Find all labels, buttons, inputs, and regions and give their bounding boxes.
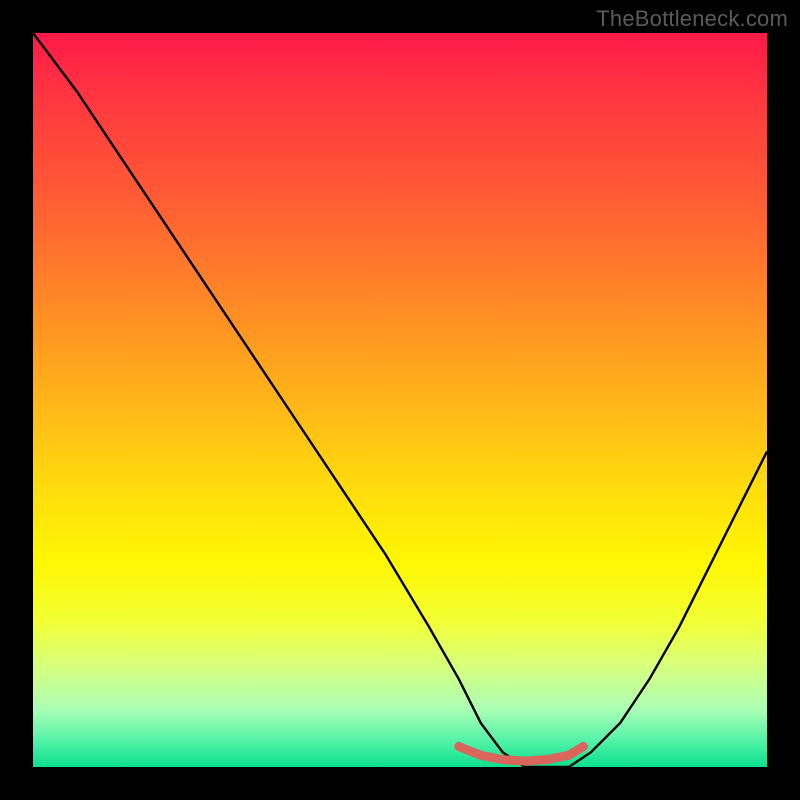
curve-layer	[33, 33, 767, 767]
optimal-range-marker	[459, 746, 584, 761]
watermark-text: TheBottleneck.com	[596, 6, 788, 32]
chart-frame: TheBottleneck.com	[0, 0, 800, 800]
bottleneck-curve-path	[33, 33, 767, 767]
